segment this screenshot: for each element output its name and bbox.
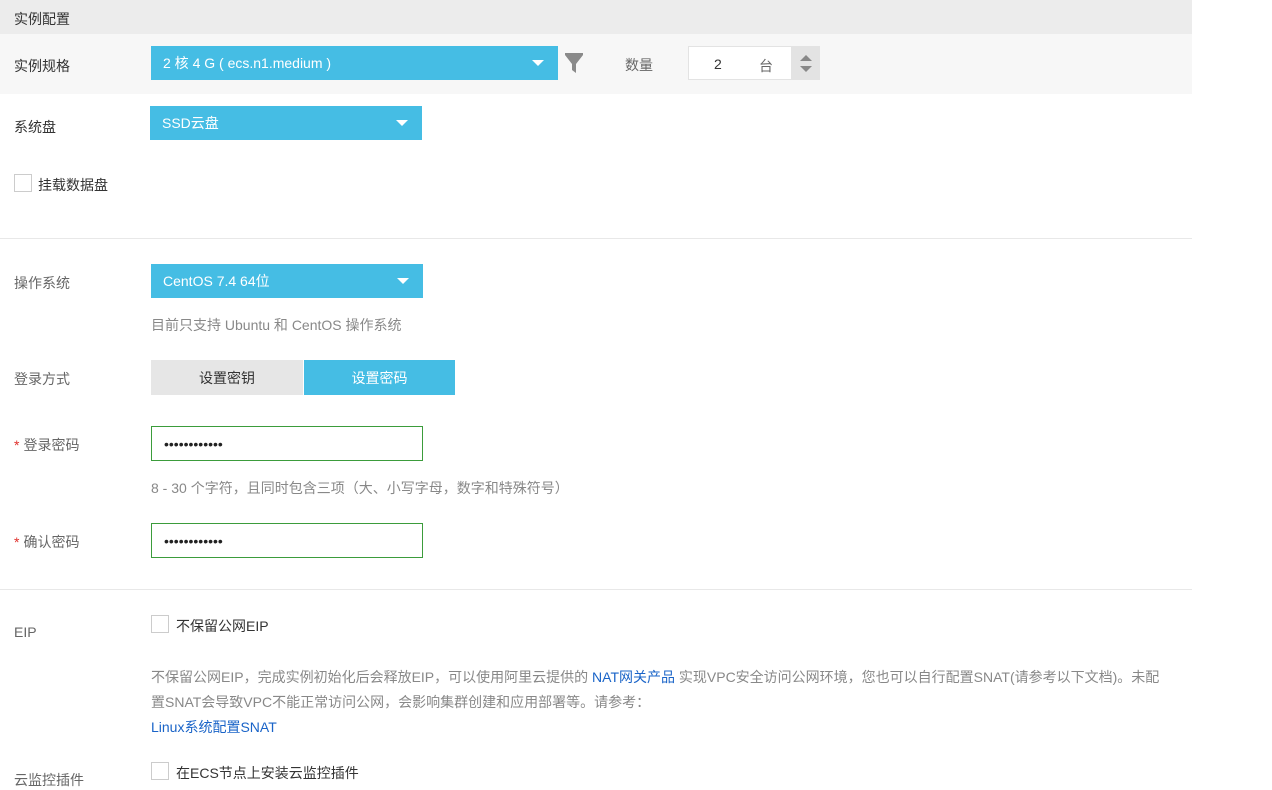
instance-spec-value: 2 核 4 G ( ecs.n1.medium ) (163, 55, 332, 71)
eip-checkbox-label: 不保留公网EIP (176, 618, 269, 634)
confirm-password-label: * 确认密码 (14, 532, 79, 552)
os-label: 操作系统 (14, 275, 70, 291)
quantity-value: 2 (714, 56, 722, 72)
system-disk-value: SSD云盘 (162, 115, 219, 131)
linux-snat-doc-link[interactable]: Linux系统配置SNAT (151, 719, 277, 735)
os-hint: 目前只支持 Ubuntu 和 CentOS 操作系统 (151, 317, 402, 333)
instance-spec-label: 实例规格 (14, 58, 70, 74)
chevron-down-icon (396, 120, 408, 126)
password-label-text: 登录密码 (23, 437, 80, 453)
filter-icon[interactable] (564, 53, 584, 75)
eip-checkbox[interactable] (151, 615, 169, 633)
confirm-password-input[interactable]: •••••••••••• (151, 523, 423, 558)
instance-spec-select[interactable]: 2 核 4 G ( ecs.n1.medium ) (151, 46, 558, 80)
system-disk-select[interactable]: SSD云盘 (150, 106, 422, 140)
data-disk-label: 挂载数据盘 (38, 177, 108, 193)
quantity-label: 数量 (625, 57, 653, 73)
system-disk-label: 系统盘 (14, 119, 56, 135)
eip-label: EIP (14, 624, 37, 640)
data-disk-checkbox[interactable] (14, 174, 32, 192)
password-value: •••••••••••• (164, 435, 223, 452)
password-hint: 8 - 30 个字符，且同时包含三项（大、小写字母，数字和特殊符号） (151, 480, 569, 496)
os-select[interactable]: CentOS 7.4 64位 (151, 264, 423, 298)
eip-note-text: 不保留公网EIP，完成实例初始化后会释放EIP，可以使用阿里云提供的 (151, 669, 593, 685)
confirm-password-label-text: 确认密码 (23, 534, 80, 550)
section-header (0, 0, 1192, 34)
chevron-down-icon (532, 60, 544, 66)
login-method-label: 登录方式 (14, 371, 70, 387)
required-mark: * (14, 534, 20, 550)
eip-note: 不保留公网EIP，完成实例初始化后会释放EIP，可以使用阿里云提供的 NAT网关… (151, 665, 1161, 740)
login-option-key[interactable]: 设置密钥 (151, 360, 303, 395)
chevron-down-icon[interactable] (800, 66, 812, 72)
password-label: * 登录密码 (14, 435, 79, 455)
section-title: 实例配置 (14, 11, 70, 27)
os-value: CentOS 7.4 64位 (163, 273, 270, 289)
divider (0, 238, 1192, 239)
required-mark: * (14, 437, 20, 453)
divider (0, 589, 1192, 590)
cloud-monitor-checkbox-label: 在ECS节点上安装云监控插件 (176, 765, 359, 781)
quantity-spinner[interactable] (792, 46, 820, 80)
password-input[interactable]: •••••••••••• (151, 426, 423, 461)
confirm-password-value: •••••••••••• (164, 532, 223, 549)
cloud-monitor-label: 云监控插件 (14, 772, 84, 788)
chevron-down-icon (397, 278, 409, 284)
nat-gateway-link[interactable]: NAT网关产品 (592, 669, 675, 685)
chevron-up-icon[interactable] (800, 55, 812, 61)
quantity-stepper[interactable]: 2 台 (688, 46, 792, 80)
login-option-password[interactable]: 设置密码 (304, 360, 455, 395)
cloud-monitor-checkbox[interactable] (151, 762, 169, 780)
quantity-unit: 台 (759, 58, 773, 74)
